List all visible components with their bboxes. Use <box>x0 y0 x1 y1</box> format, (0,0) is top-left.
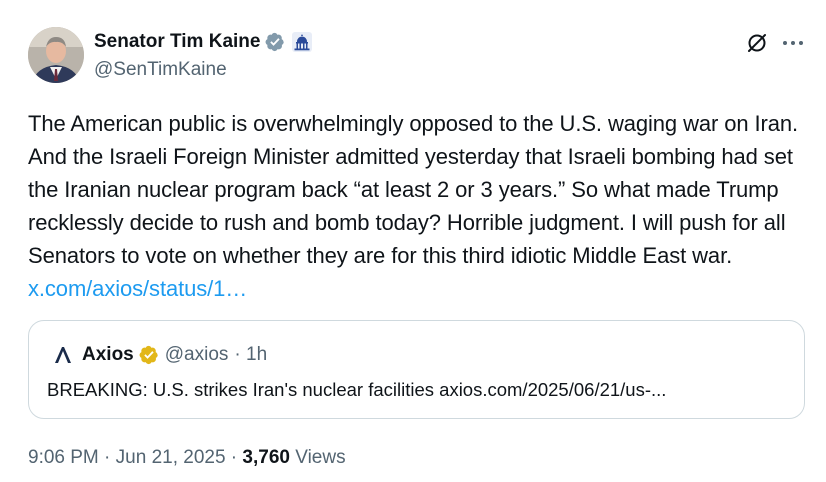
tweet-meta: 9:06 PM · Jun 21, 2025 · 3,760 Views <box>28 447 346 469</box>
more-options-icon[interactable] <box>780 31 806 55</box>
quoted-author-name[interactable]: Axios <box>82 344 134 366</box>
avatar[interactable] <box>28 27 84 83</box>
quoted-tweet-time[interactable]: · 1h <box>234 344 267 366</box>
author-handle[interactable]: @SenTimKaine <box>94 59 227 81</box>
verified-gold-badge-icon[interactable] <box>139 345 159 365</box>
tweet-text: The American public is overwhelmingly op… <box>28 107 818 305</box>
tweet-link[interactable]: x.com/axios/status/1… <box>28 276 247 301</box>
tweet-time[interactable]: 9:06 PM <box>28 447 99 468</box>
quoted-tweet-header: Axios @axios · 1h <box>53 343 267 367</box>
views-count[interactable]: 3,760 <box>242 447 290 468</box>
views-label: Views <box>289 447 346 468</box>
tweet-date[interactable]: Jun 21, 2025 <box>116 447 226 468</box>
quoted-tweet-text: BREAKING: U.S. strikes Iran's nuclear fa… <box>47 379 667 400</box>
tweet-body: The American public is overwhelmingly op… <box>28 111 803 268</box>
author-display-name[interactable]: Senator Tim Kaine <box>94 31 260 53</box>
tweet-card: Senator Tim Kaine @SenTimKaine The Ameri… <box>0 0 826 482</box>
author-name-row: Senator Tim Kaine <box>94 30 313 54</box>
verified-badge-icon[interactable] <box>265 32 285 52</box>
quoted-author-handle[interactable]: @axios <box>165 344 229 366</box>
capitol-icon[interactable] <box>291 31 313 53</box>
quoted-tweet[interactable]: Axios @axios · 1h BREAKING: U.S. strikes… <box>28 320 805 419</box>
axios-logo-icon <box>53 345 73 365</box>
meta-separator: · <box>225 447 243 468</box>
grok-icon[interactable] <box>745 31 769 55</box>
avatar-photo <box>28 27 84 83</box>
meta-separator: · <box>98 447 116 468</box>
